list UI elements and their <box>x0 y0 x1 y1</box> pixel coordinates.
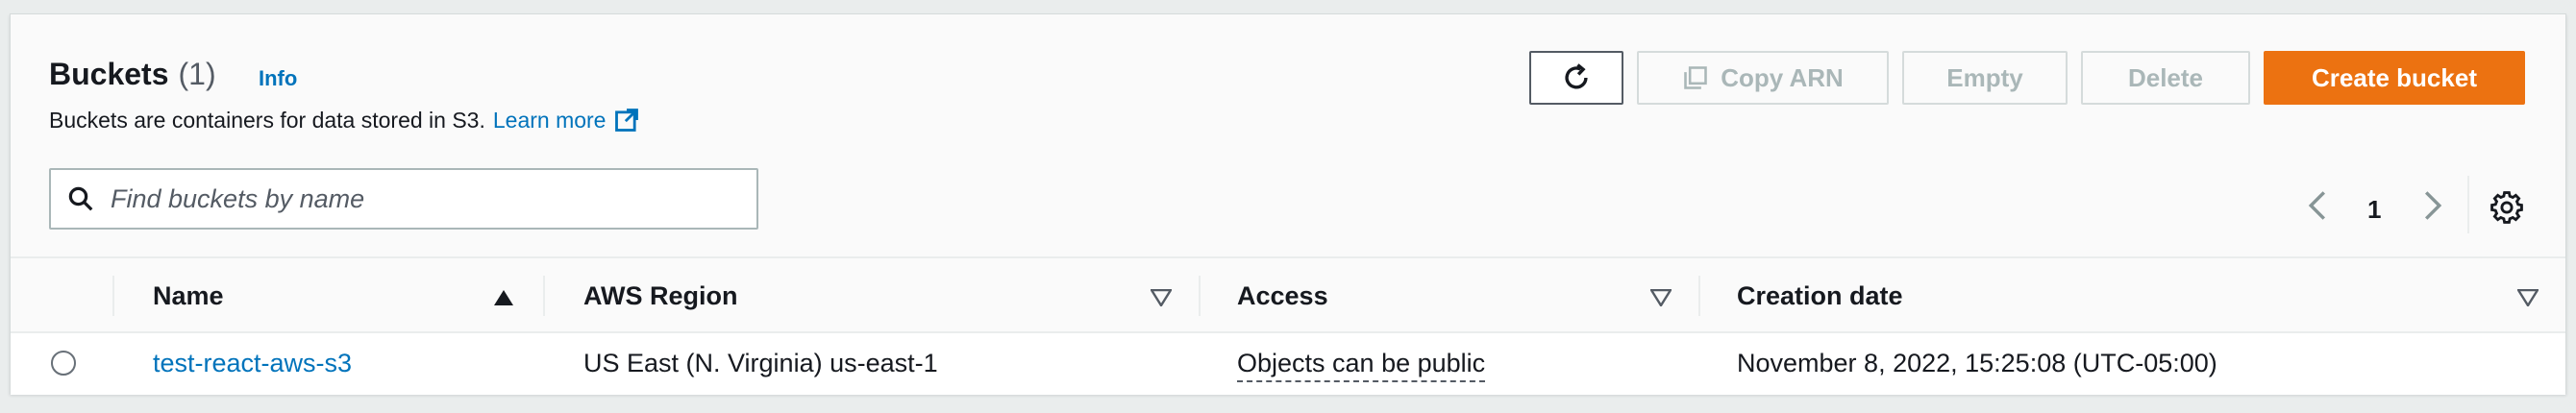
title-text: Buckets <box>49 57 169 91</box>
description-text: Buckets are containers for data stored i… <box>49 107 485 133</box>
table-row: test-react-aws-s3 US East (N. Virginia) … <box>11 333 2565 395</box>
column-divider <box>543 276 545 316</box>
column-header-creation-date[interactable]: Creation date <box>1737 281 1903 311</box>
bucket-creation-date: November 8, 2022, 15:25:08 (UTC-05:00) <box>1737 349 2217 377</box>
sort-ascending-icon[interactable] <box>493 289 514 306</box>
refresh-button[interactable] <box>1529 51 1623 105</box>
external-link-icon[interactable] <box>613 107 640 134</box>
create-bucket-button[interactable]: Create bucket <box>2264 51 2525 105</box>
row-select-radio[interactable] <box>51 351 76 376</box>
bucket-access[interactable]: Objects can be public <box>1237 349 1486 382</box>
search-input[interactable] <box>109 182 708 215</box>
learn-more-link[interactable]: Learn more <box>493 108 607 134</box>
sort-icon[interactable] <box>1650 289 1672 306</box>
gear-icon[interactable] <box>2490 191 2523 224</box>
page-title: Buckets (1) <box>49 57 216 92</box>
buckets-panel: Buckets (1) Info Buckets are containers f… <box>10 13 2566 395</box>
search-box <box>49 168 758 230</box>
table-header: Name AWS Region Access Creation date <box>11 256 2565 333</box>
bucket-region: US East (N. Virginia) us-east-1 <box>583 349 938 377</box>
sort-icon[interactable] <box>1151 289 1172 306</box>
description: Buckets are containers for data stored i… <box>49 107 640 134</box>
bucket-name-link[interactable]: test-react-aws-s3 <box>153 349 352 378</box>
column-header-name[interactable]: Name <box>153 281 224 311</box>
column-divider <box>1199 276 1201 316</box>
current-page[interactable]: 1 <box>2367 195 2381 225</box>
copy-arn-label: Copy ARN <box>1721 62 1844 92</box>
sort-icon[interactable] <box>2517 289 2539 306</box>
column-header-region[interactable]: AWS Region <box>583 281 738 311</box>
empty-button[interactable]: Empty <box>1902 51 2068 105</box>
chevron-right-icon[interactable] <box>2421 189 2444 222</box>
pager-divider <box>2467 176 2469 233</box>
copy-arn-button[interactable]: Copy ARN <box>1637 51 1889 105</box>
search-icon <box>68 186 93 211</box>
copy-icon <box>1684 66 1707 89</box>
delete-button[interactable]: Delete <box>2081 51 2250 105</box>
column-header-access[interactable]: Access <box>1237 281 1328 311</box>
column-divider <box>112 276 114 316</box>
refresh-icon <box>1565 63 1588 89</box>
chevron-left-icon[interactable] <box>2306 189 2329 222</box>
bucket-count: (1) <box>178 57 216 91</box>
column-divider <box>1698 276 1700 316</box>
info-link[interactable]: Info <box>259 66 297 91</box>
